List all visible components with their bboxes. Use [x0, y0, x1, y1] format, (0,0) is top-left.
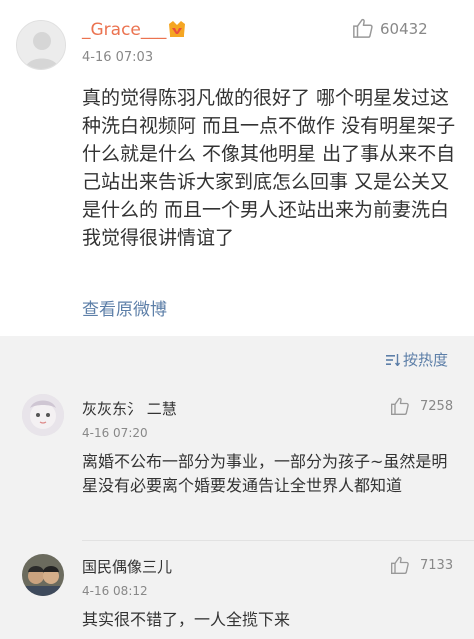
avatar[interactable]	[22, 394, 64, 436]
default-avatar-icon	[17, 21, 65, 69]
sort-label: 按热度	[402, 351, 448, 369]
user-photo-icon	[22, 394, 64, 436]
reply-like-count: 7133	[420, 558, 454, 573]
sort-icon	[385, 353, 400, 366]
reply-text: 其实很不错了，一人全揽下来	[82, 610, 291, 629]
divider	[82, 540, 474, 541]
thumbs-up-icon[interactable]	[390, 396, 410, 416]
vip-badge-icon	[169, 21, 185, 37]
reply-item: 国民偶像三儿 7133 4-16 08:12 其实很不错了，一人全揽下来	[0, 554, 474, 639]
like-count: 60432	[380, 20, 428, 38]
reply-time: 4-16 08:12	[82, 584, 148, 598]
reply-text: 离婚不公布一部分为事业，一部分为孩子~虽然是明星没有必要离个婚要发通告让全世界人…	[82, 452, 448, 495]
reply-time: 4-16 07:20	[82, 426, 148, 440]
reply-item: 灰灰东氵 二慧 7258 4-16 07:20 离婚不公布一部分为事业，一部分为…	[0, 394, 474, 544]
view-original-weibo-link[interactable]: 查看原微博	[82, 295, 167, 320]
username[interactable]: _Grace___	[82, 20, 166, 40]
reply-like-count: 7258	[420, 399, 454, 414]
comment-time: 4-16 07:03	[82, 50, 154, 65]
avatar[interactable]	[16, 20, 66, 70]
avatar[interactable]	[22, 554, 64, 596]
replies-section: 按热度 灰灰东氵 二慧 7258 4-16 07:20 离婚不公布一部分为事业，…	[0, 336, 474, 639]
main-comment: _Grace___ 4-16 07:03 60432 真的觉得陈羽凡做的很好了 …	[0, 0, 474, 336]
user-photo-icon	[22, 554, 64, 596]
reply-username[interactable]: 灰灰东氵 二慧	[82, 398, 177, 419]
thumbs-up-icon[interactable]	[390, 555, 410, 575]
sort-by-hot-button[interactable]: 按热度	[385, 349, 448, 370]
reply-username[interactable]: 国民偶像三儿	[82, 556, 172, 577]
thumbs-up-icon[interactable]	[352, 17, 374, 39]
comment-body: 真的觉得陈羽凡做的很好了 哪个明星发过这种洗白视频阿 而且一点不做作 没有明星架…	[82, 87, 456, 249]
